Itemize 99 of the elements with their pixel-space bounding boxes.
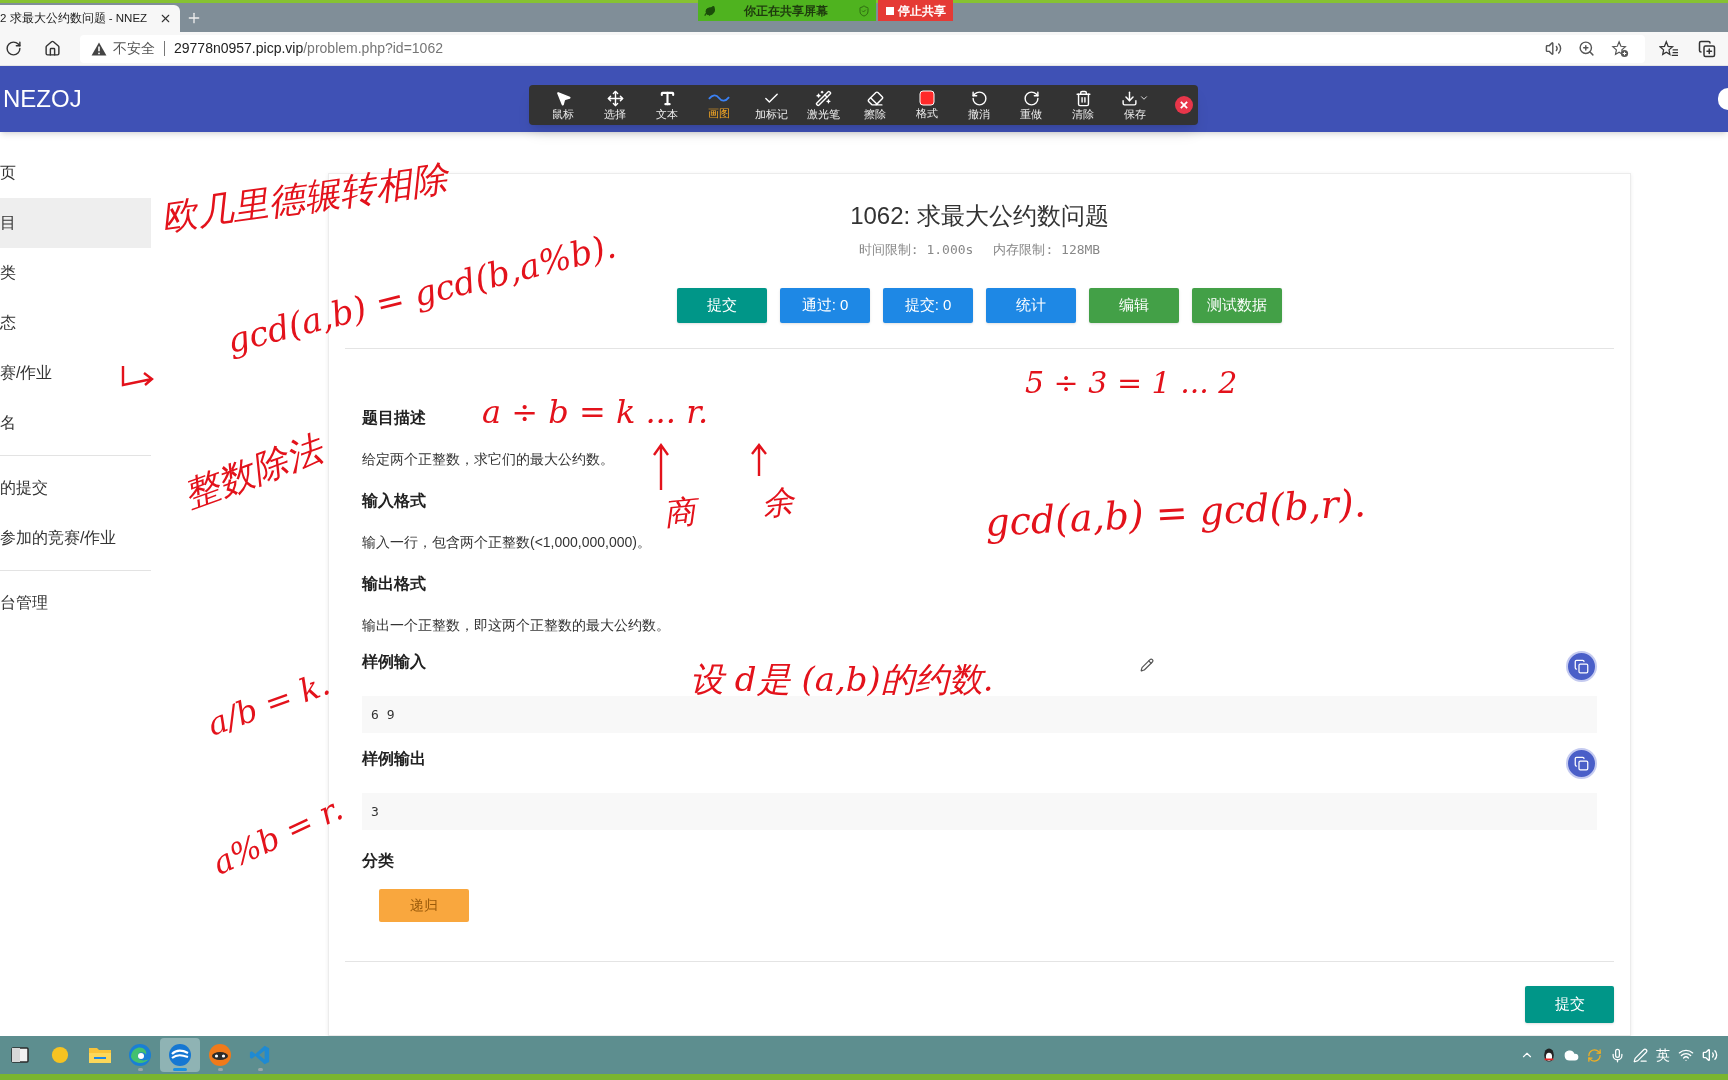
eraser-icon [866, 89, 884, 107]
reload-icon[interactable] [5, 40, 22, 57]
avatar-icon[interactable] [1718, 88, 1728, 110]
section-text: 输入一行，包含两个正整数(<1,000,000,000)。 [362, 533, 652, 552]
toolbar-button[interactable]: 重做 [1005, 87, 1057, 123]
toolbar-button[interactable]: 加标记 [745, 87, 797, 123]
limit-text: 内存限制: 128MB [993, 241, 1101, 259]
handwritten-note: gcd(a,b) = gcd(b,r). [984, 484, 1367, 542]
problem-title: 1062: 求最大公约数问题 [850, 201, 1109, 231]
handwritten-note: 整数除法 [179, 430, 327, 514]
leaf-icon [704, 4, 716, 17]
close-icon[interactable] [159, 12, 172, 25]
section-text: 给定两个正整数，求它们的最大公约数。 [362, 450, 614, 469]
wave-icon [708, 93, 730, 103]
section-heading: 样例输出 [362, 749, 426, 769]
up-arrow-icon [750, 442, 768, 478]
toolbar-button[interactable]: 擦除 [849, 87, 901, 123]
shield-check-icon [858, 4, 870, 17]
folder-icon [88, 1045, 112, 1065]
home-icon[interactable] [44, 40, 61, 57]
toolbar-button[interactable]: 画图 [693, 87, 745, 123]
copy-button[interactable] [1566, 650, 1597, 682]
hook-arrow-icon [119, 364, 155, 388]
fox-icon [208, 1043, 232, 1067]
stop-sharing-button[interactable]: 停止共享 [878, 0, 953, 21]
handwritten-note: 5 ÷ 3 = 1 ... 2 [1025, 368, 1238, 398]
text-icon [658, 89, 676, 107]
color-swatch-icon [919, 90, 935, 106]
url-text: 29778n0957.picp.vip/problem.php?id=1062 [174, 39, 443, 58]
speaker-icon[interactable] [1702, 1047, 1718, 1063]
undo-icon [970, 89, 988, 107]
handwritten-note: 设 d是 (a,b)的约数. [690, 662, 994, 696]
action-button[interactable]: 提交 [677, 288, 767, 323]
cloud-icon[interactable] [1564, 1047, 1579, 1063]
toolbar-button[interactable]: 文本 [641, 87, 693, 123]
handwritten-note: 余 [760, 484, 796, 520]
browser-tab[interactable]: 2 求最大公约数问题 - NNEZ [0, 5, 180, 32]
zoom-in-icon[interactable] [1578, 40, 1595, 57]
star-plus-icon[interactable] [1611, 39, 1629, 58]
pencil-cursor-icon [1140, 658, 1154, 672]
copy-icon [1574, 658, 1589, 674]
pen-icon[interactable] [1633, 1047, 1648, 1063]
browser-icon [168, 1043, 192, 1067]
copy-button[interactable] [1566, 747, 1597, 779]
close-icon[interactable] [1175, 96, 1193, 114]
sidebar-item[interactable]: 目 [0, 198, 151, 248]
section-heading: 分类 [362, 851, 394, 871]
toolbar-button[interactable]: 清除 [1057, 87, 1109, 123]
handwritten-note: 商 [662, 494, 698, 530]
toolbar-button[interactable]: 鼠标 [537, 87, 589, 123]
wand-icon [814, 89, 832, 107]
section-heading: 样例输入 [362, 652, 426, 672]
limit-text: 时间限制: 1.000s [858, 241, 974, 259]
wifi-icon[interactable] [1678, 1047, 1694, 1063]
up-arrow-icon [652, 442, 670, 492]
caret-icon [1139, 93, 1149, 103]
toolbar-button[interactable]: 保存 [1109, 87, 1161, 123]
section-heading: 输出格式 [362, 574, 426, 594]
address-field[interactable]: 不安全 29778n0957.picp.vip/problem.php?id=1062 [80, 34, 1645, 63]
warning-icon [91, 41, 107, 56]
toolbar-button[interactable]: 激光笔 [797, 87, 849, 123]
star-list-icon[interactable] [1659, 39, 1679, 58]
download-icon [1121, 89, 1138, 107]
stop-square-icon [885, 6, 894, 15]
pointer-icon [554, 89, 572, 107]
sharing-status: 你正在共享屏幕 [744, 2, 828, 20]
toolbar-button[interactable]: 选择 [589, 87, 641, 123]
swirl-icon [128, 1043, 152, 1067]
sample-value: 6 9 [371, 705, 395, 724]
redo-icon [1022, 89, 1040, 107]
move-icon [606, 89, 624, 107]
section-heading: 题目描述 [362, 408, 426, 428]
submit-button[interactable]: 提交 [1525, 986, 1614, 1023]
toolbar-button[interactable]: 撤消 [953, 87, 1005, 123]
handwritten-note: a/b = k. [203, 667, 334, 741]
action-button[interactable]: 通过: 0 [780, 288, 870, 323]
section-text: 输出一个正整数，即这两个正整数的最大公约数。 [362, 616, 670, 635]
trash-icon [1074, 89, 1092, 107]
desktop-icon [10, 1045, 30, 1065]
tab-title: 2 求最大公约数问题 - NNEZ [0, 10, 148, 26]
action-button[interactable]: 统计 [986, 288, 1076, 323]
handwritten-note: a ÷ b = k ... r. [482, 396, 709, 428]
code-editor-icon [249, 1044, 271, 1066]
section-heading: 输入格式 [362, 491, 426, 511]
handwritten-note: 欧几里德辗转相除 [158, 160, 450, 236]
disc-icon [51, 1046, 69, 1064]
sample-value: 3 [371, 802, 379, 821]
brand-title[interactable]: NEZOJ [0, 81, 82, 117]
handwritten-note: a%b = r. [207, 792, 348, 880]
action-button[interactable]: 提交: 0 [883, 288, 973, 323]
copy-icon [1574, 755, 1589, 771]
input-method-indicator[interactable]: 英 [1656, 1044, 1670, 1066]
toolbar-button[interactable]: 格式 [901, 87, 953, 123]
security-label: 不安全 [113, 39, 155, 58]
microphone-icon[interactable] [1610, 1047, 1625, 1063]
taskbar-button[interactable] [160, 1038, 200, 1072]
penguin-icon[interactable] [1542, 1047, 1556, 1063]
collections-icon[interactable] [1698, 39, 1716, 58]
speaker-icon[interactable] [1545, 40, 1562, 57]
